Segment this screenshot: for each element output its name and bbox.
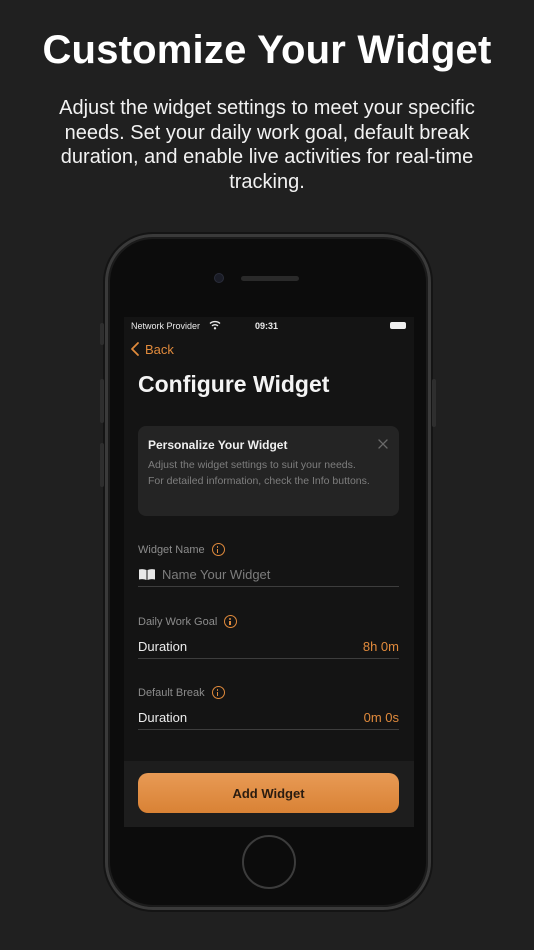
duration-label: Duration bbox=[138, 639, 188, 654]
info-card: Personalize Your Widget Adjust the widge… bbox=[138, 426, 399, 516]
default-break-label: Default Break bbox=[138, 686, 225, 699]
status-bar: Network Provider 09:31 bbox=[124, 317, 414, 339]
close-icon[interactable] bbox=[377, 438, 389, 450]
status-time: 09:31 bbox=[255, 321, 279, 331]
back-button[interactable]: Back bbox=[130, 341, 174, 357]
widget-name-field[interactable]: Name Your Widget bbox=[138, 563, 399, 587]
widget-name-label: Widget Name bbox=[138, 543, 225, 556]
widget-name-input[interactable]: Name Your Widget bbox=[162, 567, 270, 582]
book-icon bbox=[139, 569, 155, 580]
phone-frame: Network Provider 09:31 Back Configure Wi… bbox=[100, 234, 436, 910]
front-camera bbox=[214, 273, 224, 283]
info-icon[interactable] bbox=[211, 543, 225, 556]
duration-label: Duration bbox=[138, 710, 188, 725]
wifi-icon bbox=[209, 320, 221, 330]
chevron-left-icon bbox=[131, 342, 139, 356]
default-break-duration-row[interactable]: Duration 0m 0s bbox=[138, 706, 399, 730]
page-title: Configure Widget bbox=[138, 371, 330, 397]
info-card-title: Personalize Your Widget bbox=[148, 438, 288, 452]
daily-work-goal-label: Daily Work Goal bbox=[138, 615, 238, 628]
default-break-label-text: Default Break bbox=[138, 686, 205, 699]
battery-icon bbox=[390, 322, 406, 329]
info-card-text: Adjust the widget settings to suit your … bbox=[148, 459, 370, 487]
info-icon[interactable] bbox=[224, 615, 238, 628]
home-button[interactable] bbox=[242, 835, 296, 889]
info-icon[interactable] bbox=[211, 686, 225, 699]
promo-subtitle: Adjust the widget settings to meet your … bbox=[59, 97, 475, 193]
carrier-name: Network Provider bbox=[131, 321, 201, 331]
promo-headline: Customize Your Widget bbox=[42, 28, 492, 72]
mute-switch bbox=[100, 323, 104, 345]
widget-name-label-text: Widget Name bbox=[138, 543, 205, 556]
daily-work-goal-label-text: Daily Work Goal bbox=[138, 615, 218, 628]
app-screen: Network Provider 09:31 Back Configure Wi… bbox=[124, 317, 414, 827]
back-label: Back bbox=[145, 341, 174, 357]
daily-work-goal-value[interactable]: 8h 0m bbox=[363, 639, 399, 654]
default-break-value[interactable]: 0m 0s bbox=[364, 710, 399, 725]
daily-work-goal-duration-row[interactable]: Duration 8h 0m bbox=[138, 635, 399, 659]
add-widget-button[interactable]: Add Widget bbox=[138, 773, 399, 813]
earpiece-speaker bbox=[241, 276, 299, 281]
volume-down-button bbox=[100, 443, 104, 487]
volume-up-button bbox=[100, 379, 104, 423]
power-button bbox=[432, 379, 436, 427]
